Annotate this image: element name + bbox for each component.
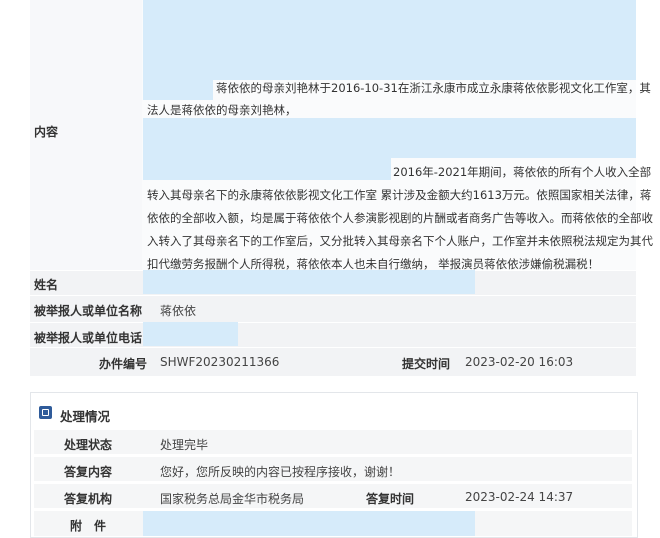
redacted-block (143, 118, 636, 158)
redacted-block (143, 80, 213, 100)
reply-time-value: 2023-02-24 14:37 (465, 490, 574, 504)
reply-org-value: 国家税务总局金华市税务局 (160, 492, 305, 506)
reported-name-value: 蒋依依 (160, 304, 197, 318)
redacted-block (143, 158, 391, 180)
reply-time-label: 答复时间 (366, 492, 415, 506)
submit-time-label: 提交时间 (402, 357, 451, 371)
submit-time-value: 2023-02-20 16:03 (465, 355, 574, 369)
attachment-label: 附 件 (70, 519, 107, 533)
case-no-label: 办件编号 (99, 357, 148, 371)
redacted-block (143, 322, 238, 346)
content-text: 蒋依依的母亲刘艳林于2016-10-31在浙江永康市成立永康蒋依依影视文化工作室… (216, 81, 651, 95)
content-text: 扣代缴劳务报酬个人所得税，蒋依依本人也未自行缴纳， 举报演员蒋依依涉嫌偷税漏税！ (147, 257, 600, 271)
content-text: 法人是蒋依依的母亲刘艳林， (147, 103, 297, 117)
content-label: 内容 (34, 125, 59, 139)
reply-org-label: 答复机构 (64, 492, 113, 506)
name-label: 姓名 (34, 278, 59, 292)
content-text: 依依的全部收入额，均是属于蒋依依个人参演影视剧的片酬或者商务广告等收入。而蒋依依… (147, 211, 653, 225)
attachment-redacted-block[interactable] (143, 511, 475, 536)
status-label: 处理状态 (64, 438, 113, 452)
redacted-block (143, 0, 636, 80)
reported-name-label: 被举报人或单位名称 (34, 304, 143, 318)
status-row-bg (34, 430, 632, 454)
reported-phone-label: 被举报人或单位电话 (34, 331, 143, 345)
reply-content-label: 答复内容 (64, 465, 113, 479)
case-no-value: SHWF20230211366 (160, 355, 280, 369)
content-text: 2016年-2021年期间，蒋依依的所有个人收入全部 (393, 165, 652, 179)
document-icon (39, 406, 52, 419)
processing-title: 处理情况 (60, 409, 111, 424)
content-text: 转入其母亲名下的永康蒋依依影视文化工作室 累计涉及金额大约1613万元。依照国家… (147, 188, 652, 202)
reply-content-value: 您好，您所反映的内容已按程序接收，谢谢！ (160, 465, 401, 479)
content-text: 入转入了其母亲名下的工作室后，又分批转入其母亲名下个人账户，工作室并未依照税法规… (147, 234, 653, 248)
status-value: 处理完毕 (160, 438, 209, 452)
